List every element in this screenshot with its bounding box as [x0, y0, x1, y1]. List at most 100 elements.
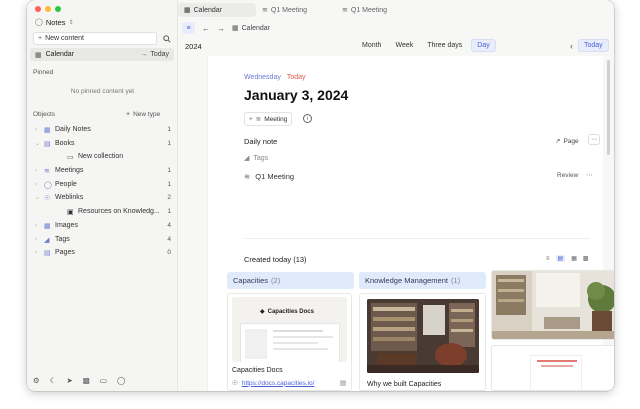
partial-preview: [530, 355, 582, 390]
sidebar-item-count: 1: [167, 208, 171, 215]
close-window-button[interactable]: [35, 6, 41, 12]
sidebar-item-label: Books: [55, 140, 75, 147]
board-layout-icon[interactable]: ▤: [555, 255, 566, 262]
card-why-we-built[interactable]: Why we built Capacities: [359, 293, 486, 391]
card-link[interactable]: https://docs.capacities.io/: [242, 380, 315, 387]
review-tag[interactable]: Review: [557, 172, 578, 179]
sidebar: ◯ Notes ⇕ + New content ▦ Calendar → Tod…: [27, 0, 178, 391]
sidebar-item-new-collection[interactable]: ▭ New collection: [67, 150, 171, 163]
sidebar-item-count: 1: [167, 167, 171, 174]
sidebar-item-weblinks[interactable]: ⌄ ☉ Weblinks 2: [35, 191, 171, 204]
scrollbar[interactable]: [607, 60, 610, 155]
sidebar-item-calendar[interactable]: ▦ Calendar → Today: [30, 48, 174, 61]
search-icon[interactable]: [163, 34, 171, 43]
meeting-list-item[interactable]: ≋ Q1 Meeting: [244, 172, 294, 181]
sidebar-item-count: 4: [167, 222, 171, 229]
sidebar-item-count: 1: [167, 181, 171, 188]
view-week-button[interactable]: Week: [390, 40, 418, 51]
open-page-button[interactable]: ↗ Page: [555, 137, 579, 146]
breadcrumb[interactable]: Calendar: [242, 25, 270, 32]
view-day-button[interactable]: Day: [471, 39, 496, 52]
sidebar-item-daily-notes[interactable]: › ▦ Daily Notes 1: [35, 123, 171, 136]
chevron-right-icon[interactable]: ›: [35, 237, 44, 243]
sidebar-item-people[interactable]: › ◯ People 1: [35, 178, 171, 191]
new-type-label: New type: [133, 111, 161, 118]
grid-layout-icon[interactable]: ▩: [583, 255, 589, 262]
chevron-left-icon[interactable]: ‹: [570, 41, 573, 51]
zoom-window-button[interactable]: [55, 6, 61, 12]
tab-q1-meeting[interactable]: ≋ Q1 Meeting: [256, 3, 336, 17]
plus-icon: +: [38, 35, 43, 42]
space-switcher[interactable]: ◯ Notes ⇕: [35, 17, 73, 27]
minimize-window-button[interactable]: [45, 6, 51, 12]
tag-icon: ◢: [44, 236, 50, 244]
today-shortcut[interactable]: → Today: [140, 51, 169, 58]
chevron-right-icon[interactable]: ›: [35, 223, 44, 229]
list-view-icon[interactable]: ≡: [182, 22, 195, 34]
forward-arrow-icon[interactable]: →: [217, 24, 225, 33]
sidebar-item-books[interactable]: ⌄ ▤ Books 1: [35, 137, 171, 150]
page-icon: ▤: [44, 249, 51, 257]
tab-label: Calendar: [193, 6, 223, 14]
gear-icon[interactable]: ⚙: [33, 376, 40, 385]
chevron-right-icon[interactable]: ›: [35, 182, 44, 188]
sidebar-item-pages[interactable]: › ▤ Pages 0: [35, 246, 171, 259]
new-content-button[interactable]: + New content: [33, 32, 157, 45]
today-label: Today: [150, 51, 169, 58]
column-knowledge-management[interactable]: Knowledge Management (1): [359, 272, 486, 289]
objects-header: Objects: [33, 111, 56, 118]
view-three-days-button[interactable]: Three days: [422, 40, 467, 51]
card-partial-document[interactable]: [491, 345, 614, 391]
sidebar-item-label: Resources on Knowledg...: [78, 208, 160, 215]
gift-icon[interactable]: ▩: [83, 376, 90, 385]
copy-icon[interactable]: ▤: [340, 379, 346, 387]
plus-icon: +: [249, 115, 253, 123]
plus-icon: +: [126, 111, 131, 118]
tab-q1-meeting-2[interactable]: ≋ Q1 Meeting: [336, 3, 416, 17]
card-living-room-image[interactable]: [491, 270, 614, 340]
chevron-down-icon[interactable]: ⌄: [35, 194, 44, 201]
tags-row[interactable]: ◢ Tags: [244, 154, 268, 163]
sidebar-item-images[interactable]: › ▦ Images 4: [35, 219, 171, 232]
weekday-label: Wednesday: [244, 74, 281, 81]
gallery-layout-icon[interactable]: ▦: [571, 255, 577, 262]
chevron-right-icon[interactable]: ›: [35, 168, 44, 174]
page-title: January 3, 2024: [244, 87, 349, 103]
view-month-button[interactable]: Month: [357, 40, 386, 51]
capacities-logo-icon: ◆: [260, 309, 265, 315]
sidebar-item-count: 1: [167, 126, 171, 133]
sidebar-item-count: 0: [167, 249, 171, 256]
rocket-icon[interactable]: ➤: [66, 376, 72, 385]
column-capacities[interactable]: Capacities (2): [227, 272, 354, 289]
sidebar-item-resources[interactable]: ▣ Resources on Knowledg... 1: [67, 205, 171, 218]
bookmark-icon: ▣: [67, 208, 74, 216]
sidebar-item-count: 4: [167, 236, 171, 243]
card-link-row[interactable]: ☉ https://docs.capacities.io/: [232, 379, 315, 388]
account-icon[interactable]: ◯: [117, 376, 125, 385]
more-options-icon[interactable]: ⋯: [588, 134, 600, 145]
card-capacities-docs[interactable]: ◆ Capacities Docs Capacities Docs ☉ http…: [227, 293, 352, 391]
chevron-right-icon[interactable]: ›: [35, 250, 44, 256]
today-button[interactable]: Today: [578, 39, 609, 52]
chevron-right-icon[interactable]: ›: [35, 127, 44, 133]
space-name: Notes: [45, 17, 66, 27]
lightbulb-icon: ◯: [35, 19, 43, 26]
chevron-down-icon[interactable]: ⌄: [35, 140, 44, 147]
meeting-icon: ≋: [44, 167, 50, 175]
meeting-icon: ≋: [262, 7, 268, 14]
more-options-icon[interactable]: ⋯: [586, 171, 593, 179]
list-layout-icon[interactable]: ≡: [546, 256, 550, 262]
sidebar-item-meetings[interactable]: › ≋ Meetings 1: [35, 164, 171, 177]
info-icon[interactable]: i: [303, 114, 312, 123]
back-arrow-icon[interactable]: ←: [202, 24, 210, 33]
new-type-button[interactable]: + New type: [126, 111, 160, 118]
meeting-chip[interactable]: + ≋ Meeting: [244, 112, 293, 126]
folder-icon: ▭: [67, 153, 74, 161]
living-room-image: [492, 271, 614, 339]
tab-label: Q1 Meeting: [270, 6, 308, 14]
moon-icon[interactable]: ☾: [50, 376, 57, 385]
meeting-item-title: Q1 Meeting: [255, 172, 295, 181]
inbox-icon[interactable]: ▭: [100, 376, 107, 385]
tab-calendar[interactable]: ▦ Calendar: [178, 3, 256, 17]
sidebar-item-tags[interactable]: › ◢ Tags 4: [35, 233, 171, 246]
